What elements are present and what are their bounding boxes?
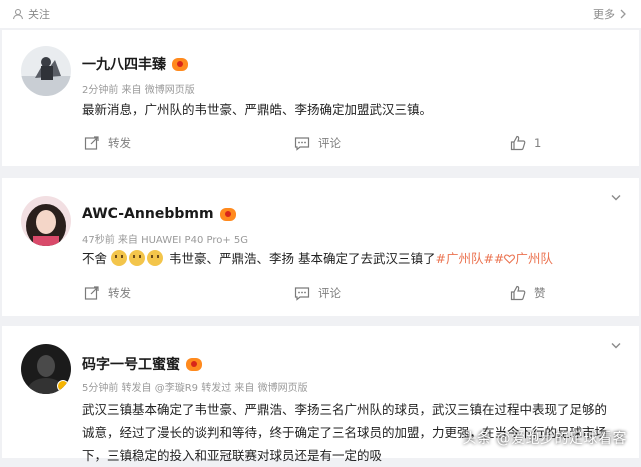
like-label: 赞	[534, 285, 546, 301]
name-row: AWC-Annebbmm	[82, 206, 236, 222]
like-button[interactable]: 赞	[510, 285, 546, 301]
chevron-down-icon[interactable]	[611, 194, 621, 202]
comment-label: 评论	[318, 285, 341, 301]
username[interactable]: 码字一号工蜜蜜	[82, 354, 180, 374]
chevron-down-icon[interactable]	[611, 342, 621, 350]
vip-badge-icon	[186, 358, 202, 371]
repost-icon	[84, 135, 100, 151]
heart-icon	[504, 254, 515, 264]
vip-badge-icon	[220, 208, 236, 221]
avatar[interactable]	[21, 196, 71, 246]
post-meta: 5分钟前 转发自 @李璇R9 转发过 来自 微博网页版	[82, 379, 308, 394]
vip-badge-icon	[172, 58, 188, 71]
like-count: 1	[534, 136, 541, 150]
hashtag-link[interactable]: #广州队#	[435, 251, 493, 266]
comment-button[interactable]: 评论	[294, 285, 341, 301]
hashtag-text: 广州队	[515, 251, 553, 266]
top-bar: 关注 更多	[0, 0, 641, 28]
chevron-right-icon	[619, 9, 627, 19]
sad-face-icon	[111, 250, 127, 266]
avatar[interactable]	[21, 344, 71, 394]
post-meta: 2分钟前 来自 微博网页版	[82, 81, 195, 96]
repost-label: 转发	[108, 135, 131, 151]
thumbs-up-icon	[510, 135, 526, 151]
comment-icon	[294, 286, 310, 301]
thumbs-up-icon	[510, 285, 526, 301]
comment-icon	[294, 136, 310, 151]
more-label: 更多	[593, 6, 615, 22]
watermark-text: 头条 @爱跑步的足球看客	[463, 428, 627, 448]
repost-label: 转发	[108, 285, 131, 301]
sad-face-icon	[147, 250, 163, 266]
name-row: 一九八四丰臻	[82, 54, 188, 74]
hashtag-link[interactable]: #广州队	[494, 251, 553, 266]
action-bar: 转发 评论 赞	[2, 281, 639, 309]
post-meta: 47秒前 来自 HUAWEI P40 Pro+ 5G	[82, 231, 248, 246]
username[interactable]: AWC-Annebbmm	[82, 206, 214, 222]
post-text: 不舍 韦世豪、严鼎浩、李扬 基本确定了去武汉三镇了#广州队##广州队	[82, 247, 611, 270]
comment-label: 评论	[318, 135, 341, 151]
more-button[interactable]: 更多	[593, 6, 627, 22]
action-bar: 转发 评论 1	[2, 131, 639, 159]
username[interactable]: 一九八四丰臻	[82, 54, 166, 74]
post-text-main: 韦世豪、严鼎浩、李扬 基本确定了去武汉三镇了	[169, 251, 435, 266]
post-text: 最新消息，广州队的韦世豪、严鼎皓、李扬确定加盟武汉三镇。	[82, 98, 611, 121]
post-text-prefix: 不舍	[82, 251, 107, 266]
repost-button[interactable]: 转发	[84, 135, 131, 151]
repost-icon	[84, 285, 100, 301]
post-card: 一九八四丰臻 2分钟前 来自 微博网页版 最新消息，广州队的韦世豪、严鼎皓、李扬…	[2, 30, 639, 166]
user-icon	[12, 8, 24, 20]
follow-button[interactable]: 关注	[12, 6, 50, 22]
avatar[interactable]	[21, 46, 71, 96]
follow-label: 关注	[28, 6, 50, 22]
name-row: 码字一号工蜜蜜	[82, 354, 202, 374]
post-card: AWC-Annebbmm 47秒前 来自 HUAWEI P40 Pro+ 5G …	[2, 178, 639, 316]
like-button[interactable]: 1	[510, 135, 541, 151]
comment-button[interactable]: 评论	[294, 135, 341, 151]
repost-button[interactable]: 转发	[84, 285, 131, 301]
verified-badge-icon	[57, 380, 69, 392]
sad-face-icon	[129, 250, 145, 266]
